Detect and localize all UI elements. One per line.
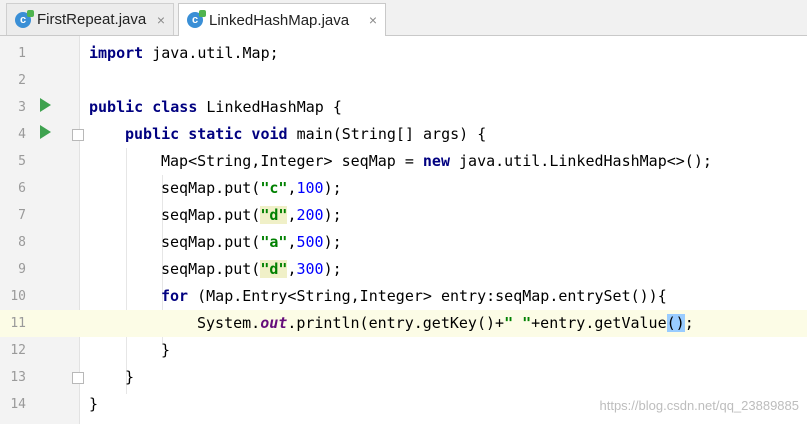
line-number: 8 — [18, 235, 26, 250]
line-number: 10 — [10, 289, 26, 304]
fold-icon[interactable] — [72, 372, 84, 384]
watermark: https://blog.csdn.net/qq_23889885 — [599, 398, 800, 413]
code-line[interactable]: 2 — [0, 67, 807, 94]
line-number: 6 — [18, 181, 26, 196]
code-line[interactable]: 4 public static void main(String[] args)… — [0, 121, 807, 148]
line-number: 7 — [18, 208, 26, 223]
code-text: seqMap.put("a",500); — [161, 233, 342, 251]
code-text: } — [161, 341, 171, 359]
code-line[interactable]: 12 } — [0, 337, 807, 364]
code-line[interactable]: 13 } — [0, 364, 807, 391]
line-number: 14 — [10, 397, 26, 412]
code-text: seqMap.put("c",100); — [161, 179, 342, 197]
code-line[interactable]: 3 public class LinkedHashMap { — [0, 94, 807, 121]
code-line[interactable]: 8 seqMap.put("a",500); — [0, 229, 807, 256]
code-text: for (Map.Entry<String,Integer> entry:seq… — [161, 287, 667, 305]
code-line[interactable]: 1 import java.util.Map; — [0, 40, 807, 67]
java-class-icon: c — [15, 9, 34, 28]
java-class-icon: c — [187, 10, 206, 28]
code-line[interactable]: 6 seqMap.put("c",100); — [0, 175, 807, 202]
editor-tab-bar: c FirstRepeat.java × c LinkedHashMap.jav… — [0, 0, 807, 36]
run-icon[interactable] — [40, 98, 51, 112]
line-number: 9 — [18, 262, 26, 277]
tab-firstrepeat[interactable]: c FirstRepeat.java × — [6, 3, 174, 35]
code-line[interactable]: 9 seqMap.put("d",300); — [0, 256, 807, 283]
code-text: public class LinkedHashMap { — [89, 98, 342, 116]
code-line[interactable]: 7 seqMap.put("d",200); — [0, 202, 807, 229]
code-line[interactable]: 10 for (Map.Entry<String,Integer> entry:… — [0, 283, 807, 310]
code-text: Map<String,Integer> seqMap = new java.ut… — [161, 152, 712, 170]
line-number: 11 — [10, 316, 26, 331]
tab-linkedhashmap[interactable]: c LinkedHashMap.java × — [178, 3, 386, 36]
code-text: seqMap.put("d",200); — [161, 206, 342, 224]
fold-icon[interactable] — [72, 129, 84, 141]
line-number: 1 — [18, 46, 26, 61]
line-number: 5 — [18, 154, 26, 169]
tab-label: FirstRepeat.java — [37, 11, 147, 28]
line-number: 4 — [18, 127, 26, 142]
code-line-current[interactable]: 11 System.out.println(entry.getKey()+" "… — [0, 310, 807, 337]
code-text: System.out.println(entry.getKey()+" "+en… — [197, 314, 694, 332]
code-text: public static void main(String[] args) { — [125, 125, 487, 143]
code-text: seqMap.put("d",300); — [161, 260, 342, 278]
line-number: 2 — [18, 73, 26, 88]
line-number: 3 — [18, 100, 26, 115]
line-number: 12 — [10, 343, 26, 358]
code-text: } — [125, 368, 135, 386]
close-icon[interactable]: × — [369, 12, 377, 28]
run-icon[interactable] — [40, 125, 51, 139]
code-text: import java.util.Map; — [89, 44, 279, 62]
line-number: 13 — [10, 370, 26, 385]
tab-label: LinkedHashMap.java — [209, 11, 350, 29]
code-line[interactable]: 5 Map<String,Integer> seqMap = new java.… — [0, 148, 807, 175]
close-icon[interactable]: × — [157, 12, 165, 28]
code-text: } — [89, 395, 99, 413]
